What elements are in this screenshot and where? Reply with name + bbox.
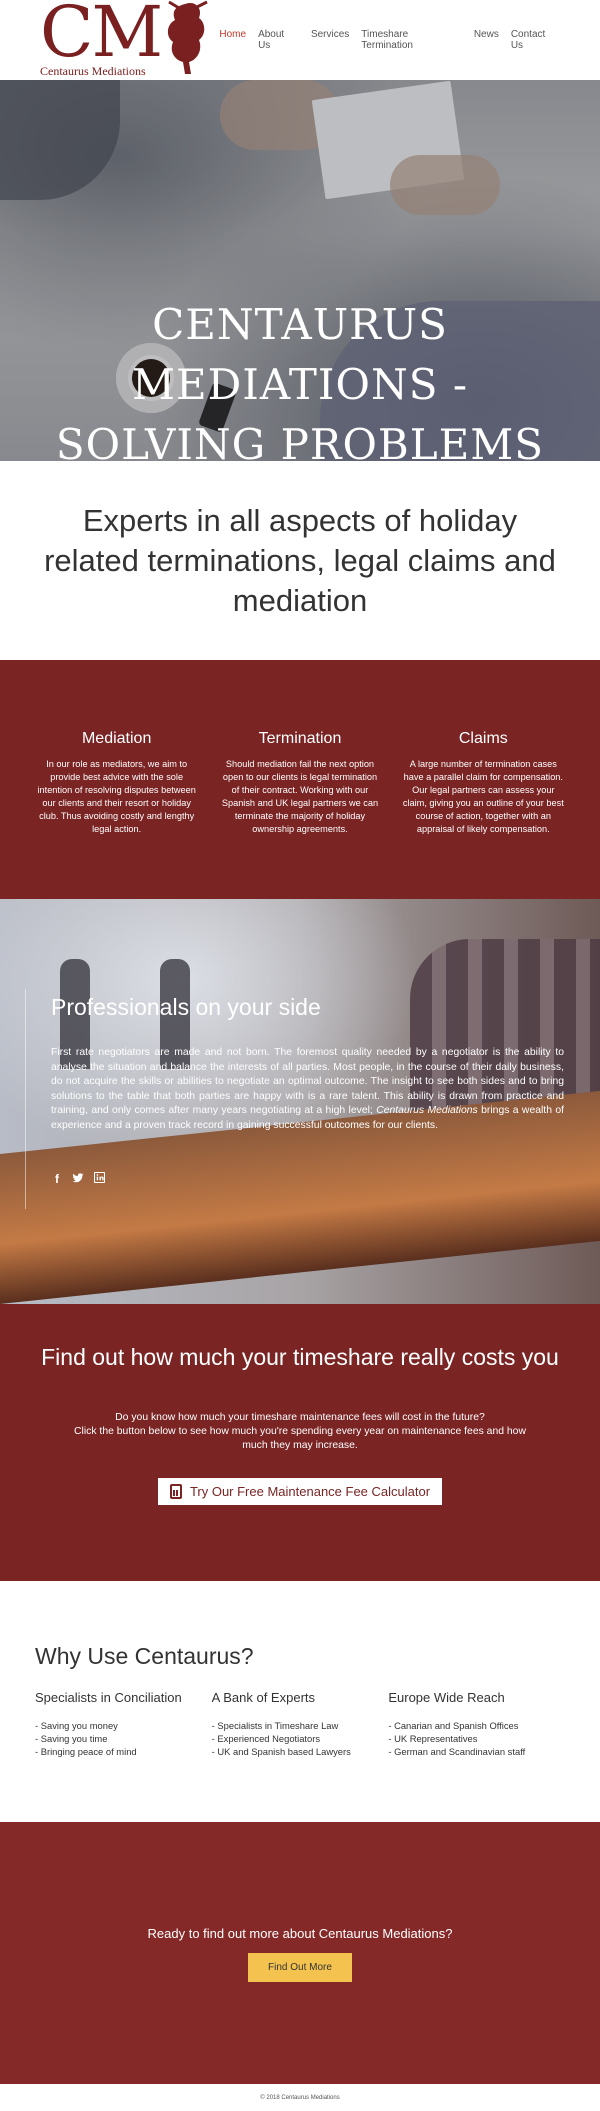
- cta-section: Ready to find out more about Centaurus M…: [0, 1822, 600, 2084]
- service-title: Termination: [258, 730, 342, 747]
- service-termination: Termination Should mediation fail the ne…: [218, 730, 381, 899]
- professionals-heading: Professionals on your side: [51, 994, 321, 1020]
- service-title: Mediation: [81, 730, 152, 747]
- copyright: © 2018 Centaurus Mediations: [260, 2095, 340, 2101]
- social-links: f: [51, 1171, 105, 1187]
- calculator-text: Do you know how much your timeshare main…: [0, 1411, 600, 1453]
- professionals-text: First rate negotiators are made and not …: [51, 1047, 565, 1131]
- logo[interactable]: CM Centaurus Mediations: [40, 0, 219, 79]
- calculator-section: Find out how much your timeshare really …: [0, 1304, 600, 1581]
- why-column-title: Europe Wide Reach: [388, 1690, 505, 1705]
- list-item: - German and Scandinavian staff: [388, 1746, 526, 1757]
- service-text: In our role as mediators, we aim to prov…: [37, 759, 196, 834]
- experts-heading: Experts in all aspects of holiday relate…: [44, 502, 556, 618]
- hero-title-line-1: CENTAURUS MEDIATIONS -: [131, 300, 469, 409]
- nav-about-us[interactable]: About Us: [258, 29, 299, 51]
- calculator-icon: [169, 1484, 182, 1499]
- calculator-heading: Find out how much your timeshare really …: [41, 1344, 559, 1370]
- why-section: Why Use Centaurus? Specialists in Concil…: [0, 1581, 600, 1822]
- list-item: - Canarian and Spanish Offices: [388, 1720, 519, 1731]
- why-columns: Specialists in Conciliation - Saving you…: [35, 1690, 565, 1758]
- service-text: A large number of termination cases have…: [402, 759, 564, 834]
- list-item: - UK and Spanish based Lawyers: [211, 1746, 351, 1757]
- nav-contact-us[interactable]: Contact Us: [511, 29, 560, 51]
- vertical-divider: [25, 989, 26, 1209]
- calculator-button-label: Try Our Free Maintenance Fee Calculator: [189, 1484, 431, 1499]
- list-item: - Saving you time: [35, 1733, 108, 1744]
- calculator-text-line-2: Click the button below to see how much y…: [74, 1426, 526, 1451]
- service-text: Should mediation fail the next option op…: [221, 759, 379, 834]
- site-footer: © 2018 Centaurus Mediations: [0, 2084, 600, 2111]
- calculator-button[interactable]: Try Our Free Maintenance Fee Calculator: [157, 1478, 443, 1505]
- list-item: - Specialists in Timeshare Law: [211, 1720, 339, 1731]
- list-item: - Experienced Negotiators: [211, 1733, 321, 1744]
- hero-title-line-2: SOLVING PROBLEMS: [55, 420, 545, 461]
- cta-heading: Ready to find out more about Centaurus M…: [147, 1926, 453, 1941]
- linkedin-icon[interactable]: [93, 1171, 105, 1187]
- list-item: - UK Representatives: [388, 1733, 478, 1744]
- list-item: - Bringing peace of mind: [35, 1746, 137, 1757]
- service-claims: Claims A large number of termination cas…: [402, 730, 565, 899]
- hero-banner: CENTAURUS MEDIATIONS - SOLVING PROBLEMS: [0, 80, 600, 461]
- service-mediation: Mediation In our role as mediators, we a…: [35, 730, 198, 899]
- main-nav: Home About Us Services Timeshare Termina…: [219, 29, 560, 51]
- hero-title: CENTAURUS MEDIATIONS - SOLVING PROBLEMS: [0, 295, 600, 461]
- why-column-title: A Bank of Experts: [211, 1690, 316, 1705]
- professionals-section: Professionals on your side First rate ne…: [0, 899, 600, 1304]
- centaur-icon: [167, 0, 208, 74]
- why-column-title: Specialists in Conciliation: [35, 1690, 182, 1705]
- service-title: Claims: [458, 730, 508, 747]
- calculator-text-line-1: Do you know how much your timeshare main…: [115, 1412, 485, 1423]
- nav-timeshare-termination[interactable]: Timeshare Termination: [361, 29, 462, 51]
- nav-home[interactable]: Home: [219, 29, 246, 51]
- site-header: CM Centaurus Mediations Home About Us Se…: [0, 0, 600, 80]
- services-section: Mediation In our role as mediators, we a…: [0, 660, 600, 899]
- twitter-icon[interactable]: [72, 1172, 84, 1187]
- nav-services[interactable]: Services: [311, 29, 349, 51]
- why-column-conciliation: Specialists in Conciliation - Saving you…: [35, 1690, 212, 1758]
- find-out-more-button[interactable]: Find Out More: [248, 1953, 352, 1982]
- why-heading: Why Use Centaurus?: [35, 1643, 254, 1669]
- why-column-reach: Europe Wide Reach - Canarian and Spanish…: [388, 1690, 565, 1758]
- nav-news[interactable]: News: [474, 29, 499, 51]
- facebook-icon[interactable]: f: [51, 1172, 63, 1187]
- list-item: - Saving you money: [35, 1720, 118, 1731]
- why-column-experts: A Bank of Experts - Specialists in Times…: [212, 1690, 389, 1758]
- experts-section: Experts in all aspects of holiday relate…: [0, 461, 600, 660]
